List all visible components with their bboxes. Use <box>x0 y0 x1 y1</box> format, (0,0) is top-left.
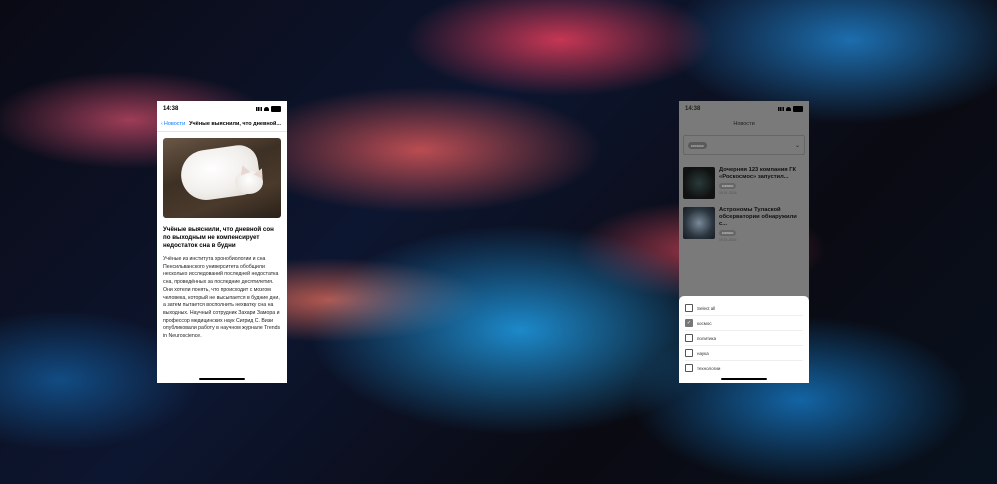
checkbox[interactable] <box>685 304 693 312</box>
chevron-down-icon: ⌄ <box>794 142 800 149</box>
status-bar: 14:38 <box>157 101 287 117</box>
battery-icon <box>793 106 803 112</box>
checkbox[interactable] <box>685 334 693 342</box>
back-button-label: Новости <box>163 121 186 127</box>
news-title: Астрономы Тулаской обсерватории обнаружи… <box>719 207 797 227</box>
checkbox-checked[interactable]: ✓ <box>685 319 693 327</box>
wifi-icon <box>786 107 791 111</box>
article-body: Учёные из института хронобиологии и сна … <box>163 256 281 340</box>
option-label: космос <box>697 320 712 326</box>
option-tekhnologii[interactable]: технологии <box>685 361 803 375</box>
home-indicator[interactable] <box>199 378 245 380</box>
status-bar: 14:38 <box>679 101 809 117</box>
nav-title: Учёные выяснили, что дневной... <box>189 121 282 127</box>
wifi-icon <box>264 107 269 111</box>
filter-options-sheet: Select all ✓ космос политика наука техно… <box>679 296 809 383</box>
home-indicator[interactable] <box>721 378 767 380</box>
status-icons <box>778 106 803 112</box>
status-time: 14:38 <box>685 106 701 112</box>
chevron-left-icon: ‹ <box>161 121 163 127</box>
checkbox[interactable] <box>685 349 693 357</box>
article-title: Учёные выяснили, что дневной сон по выхо… <box>163 226 274 249</box>
signal-icon <box>256 107 262 111</box>
article-image <box>163 138 281 218</box>
news-tag: космос <box>719 183 737 189</box>
page-title: Новости <box>733 121 755 127</box>
selected-filter-chip: космос <box>688 141 707 149</box>
news-thumbnail <box>683 207 715 239</box>
option-nauka[interactable]: наука <box>685 346 803 361</box>
status-icons <box>256 106 281 112</box>
news-title: Дочерняя 123 компания ГК «Роскосмос» зап… <box>719 167 797 180</box>
battery-icon <box>271 106 281 112</box>
option-label: Select all <box>697 305 716 311</box>
option-politika[interactable]: политика <box>685 331 803 346</box>
signal-icon <box>778 107 784 111</box>
option-select-all[interactable]: Select all <box>685 301 803 316</box>
option-kosmos[interactable]: ✓ космос <box>685 316 803 331</box>
option-label: технологии <box>697 365 721 371</box>
news-phone-screen: 14:38 Новости космос ⌄ Дочерняя 123 комп… <box>679 101 809 383</box>
option-label: наука <box>697 350 709 356</box>
news-thumbnail <box>683 167 715 199</box>
article-nav-bar: ‹ Новости Учёные выяснили, что дневной..… <box>157 117 287 132</box>
news-list-item[interactable]: Дочерняя 123 компания ГК «Роскосмос» зап… <box>683 167 805 199</box>
news-date: 19.01.2024 <box>719 238 737 242</box>
status-time: 14:38 <box>163 106 179 112</box>
checkbox[interactable] <box>685 364 693 372</box>
article-phone-screen: 14:38 ‹ Новости Учёные выяснили, что дне… <box>157 101 287 383</box>
news-date: 19.01.2024 <box>719 191 737 195</box>
back-button[interactable]: ‹ Новости <box>161 121 185 127</box>
news-tag: космос <box>719 230 737 236</box>
category-filter-dropdown[interactable]: космос ⌄ <box>683 135 805 155</box>
news-list-item[interactable]: Астрономы Тулаской обсерватории обнаружи… <box>683 207 805 242</box>
option-label: политика <box>697 335 717 341</box>
